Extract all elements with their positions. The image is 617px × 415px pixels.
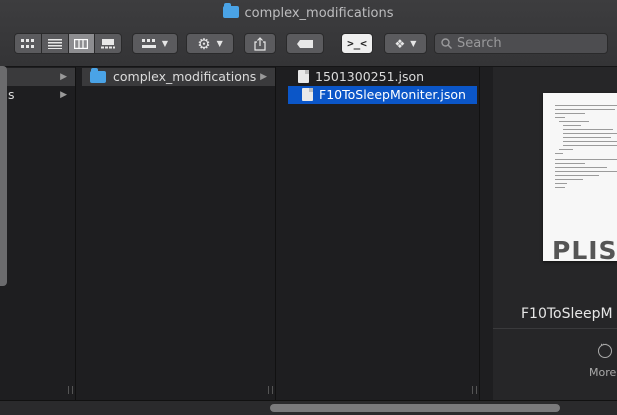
column-resize-handle[interactable] xyxy=(472,386,477,394)
icon-view-button[interactable] xyxy=(15,34,42,53)
folder-icon xyxy=(223,3,240,18)
window-title: complex_modifications xyxy=(0,3,617,21)
thumbnail-label: PLIST xyxy=(552,236,617,261)
list-item[interactable]: complex_modifications ▶ xyxy=(82,68,275,86)
list-item[interactable]: 1501300251.json xyxy=(284,68,479,86)
column-view-button[interactable] xyxy=(68,34,96,53)
folder-icon xyxy=(90,68,106,83)
json-file-icon xyxy=(302,88,313,101)
list-item[interactable]: F10ToSleepMoniter.json xyxy=(288,86,477,104)
vertical-scrollbar[interactable] xyxy=(0,66,7,286)
toolbar: complex_modifications ▼ ⚙ ▼ >_< ❖ ▼ Sear… xyxy=(0,0,617,67)
chevron-down-icon: ▼ xyxy=(161,39,169,48)
tag-icon xyxy=(297,39,313,48)
search-icon xyxy=(441,38,452,49)
file-thumbnail: PLIST xyxy=(543,93,617,261)
more-icon[interactable] xyxy=(598,340,612,358)
dropbox-icon: ❖ xyxy=(394,36,406,51)
action-button[interactable]: ⚙ ▼ xyxy=(186,33,234,54)
list-item-label: complex_modifications xyxy=(113,69,257,84)
column-2: 1501300251.json F10ToSleepMoniter.json xyxy=(284,67,480,400)
column-view-icon xyxy=(74,38,89,49)
group-icon xyxy=(141,38,156,48)
chevron-down-icon: ▼ xyxy=(410,39,417,48)
horizontal-scrollbar-thumb[interactable] xyxy=(270,404,560,412)
list-item-label: F10ToSleepMoniter.json xyxy=(319,87,466,102)
icon-view-icon xyxy=(20,38,34,48)
divider xyxy=(493,328,617,329)
dropbox-button[interactable]: ❖ ▼ xyxy=(384,33,427,54)
column-0: ▶ s ▶ xyxy=(0,67,76,400)
disclosure-chevron-icon: ▶ xyxy=(60,72,67,82)
json-file-icon xyxy=(298,70,309,83)
list-item[interactable]: ▶ xyxy=(0,68,75,86)
column-resize-handle[interactable] xyxy=(68,386,73,394)
more-label[interactable]: More xyxy=(589,366,616,379)
list-view-button[interactable] xyxy=(41,34,69,53)
preview-pane: PLIST F10ToSleepM More xyxy=(493,67,617,400)
column-1: complex_modifications ▶ xyxy=(82,67,276,400)
share-button[interactable] xyxy=(244,33,276,54)
view-switcher xyxy=(14,33,122,54)
list-item-label: 1501300251.json xyxy=(315,69,425,84)
search-placeholder: Search xyxy=(457,36,502,51)
gear-icon: ⚙ xyxy=(197,34,211,53)
disclosure-chevron-icon: ▶ xyxy=(60,90,67,100)
tags-button[interactable] xyxy=(286,33,324,54)
search-field[interactable]: Search xyxy=(434,33,608,54)
gallery-view-icon xyxy=(101,38,116,48)
terminal-button[interactable]: >_< xyxy=(341,33,373,54)
column-resize-handle[interactable] xyxy=(268,386,273,394)
finder-window: complex_modifications ▼ ⚙ ▼ >_< ❖ ▼ Sear… xyxy=(0,0,617,415)
terminal-icon: >_< xyxy=(347,37,367,50)
list-view-icon xyxy=(47,38,62,49)
list-item[interactable]: s ▶ xyxy=(0,86,75,104)
chevron-down-icon: ▼ xyxy=(216,39,223,48)
disclosure-chevron-icon: ▶ xyxy=(260,72,267,82)
window-title-text: complex_modifications xyxy=(244,6,394,21)
share-icon xyxy=(254,36,266,51)
preview-filename: F10ToSleepM xyxy=(521,306,613,322)
gallery-view-button[interactable] xyxy=(95,34,121,53)
group-button[interactable]: ▼ xyxy=(132,33,178,54)
